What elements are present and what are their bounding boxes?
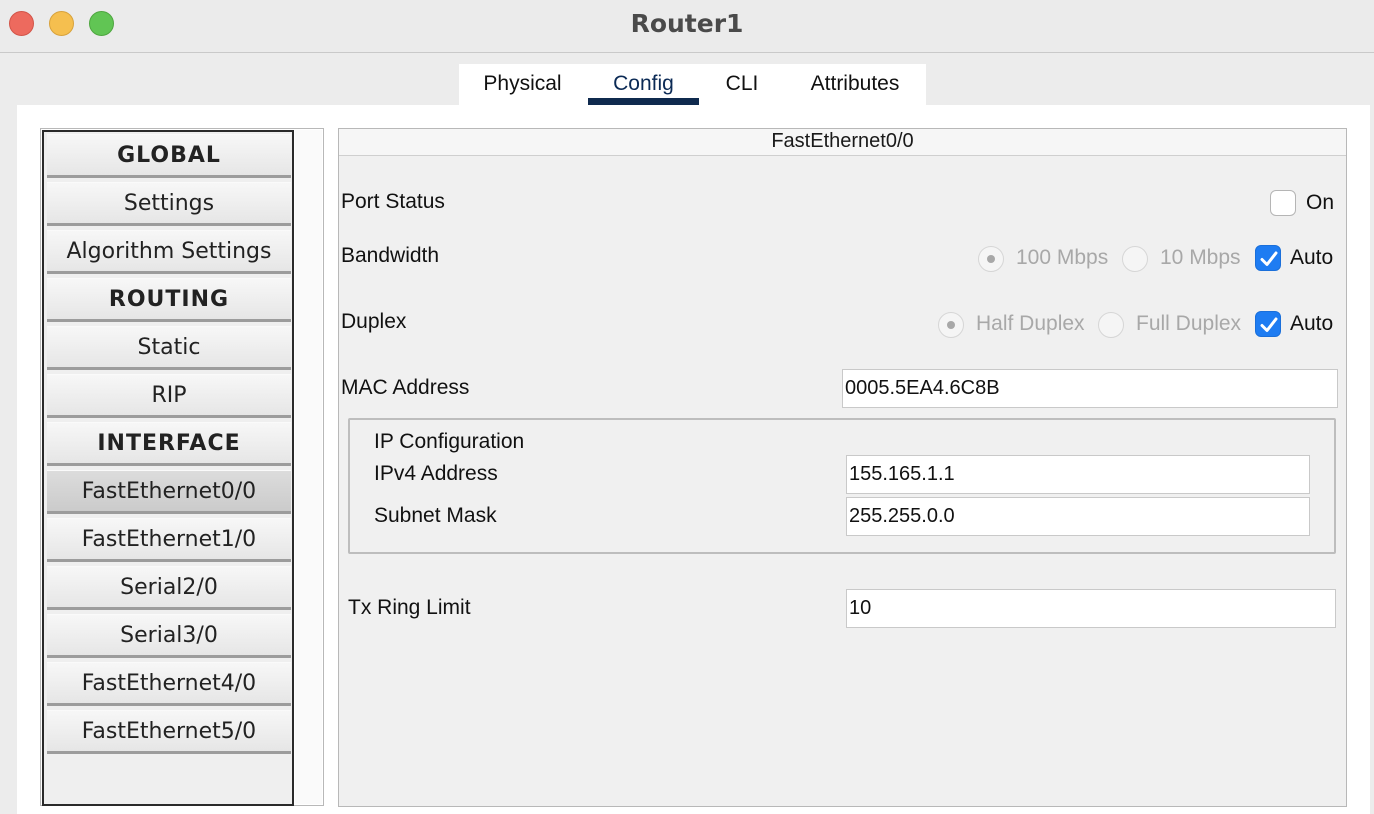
sidebar-scrollbar[interactable] [295,130,322,804]
subnet-mask-label: Subnet Mask [374,504,497,527]
bandwidth-10mbps-label: 10 Mbps [1160,246,1241,269]
sidebar: GLOBAL Settings Algorithm Settings ROUTI… [42,130,294,806]
sidebar-header-interface: INTERFACE [47,422,291,466]
sidebar-item-fastethernet1-0[interactable]: FastEthernet1/0 [47,518,291,562]
tx-ring-limit-label: Tx Ring Limit [348,596,471,619]
checkmark-icon [1260,317,1278,332]
duplex-half-label: Half Duplex [976,312,1085,335]
tab-attributes[interactable]: Attributes [802,64,908,106]
bandwidth-auto-label: Auto [1290,246,1334,269]
tab-cli[interactable]: CLI [717,64,767,106]
ip-configuration-title: IP Configuration [374,430,525,453]
sidebar-item-static[interactable]: Static [47,326,291,370]
duplex-auto-label: Auto [1290,312,1334,335]
bandwidth-label: Bandwidth [341,244,440,267]
title-bar: Router1 [0,0,1374,53]
sidebar-item-algorithm-settings[interactable]: Algorithm Settings [47,230,291,274]
panel-title: FastEthernet0/0 [339,129,1346,156]
duplex-label: Duplex [341,310,407,333]
sidebar-item-fastethernet0-0[interactable]: FastEthernet0/0 [47,470,291,514]
ipv4-address-label: IPv4 Address [374,462,498,485]
sidebar-item-fastethernet5-0[interactable]: FastEthernet5/0 [47,710,291,754]
port-status-label: Port Status [341,190,445,213]
port-status-checkbox[interactable] [1270,190,1296,216]
duplex-full-radio[interactable] [1098,312,1124,338]
sidebar-item-serial3-0[interactable]: Serial3/0 [47,614,291,658]
mac-address-field[interactable]: 0005.5EA4.6C8B [842,369,1338,408]
duplex-full-label: Full Duplex [1136,312,1242,335]
bandwidth-100mbps-label: 100 Mbps [1016,246,1109,269]
sidebar-header-global: GLOBAL [47,134,291,178]
duplex-half-radio[interactable] [938,312,964,338]
bandwidth-100mbps-radio[interactable] [978,246,1004,272]
sidebar-header-routing: ROUTING [47,278,291,322]
tab-physical[interactable]: Physical [475,64,570,106]
sidebar-item-rip[interactable]: RIP [47,374,291,418]
checkmark-icon [1260,251,1278,266]
tab-config-label: Config [613,72,674,95]
mac-address-label: MAC Address [341,376,470,399]
tx-ring-limit-field[interactable]: 10 [846,589,1336,628]
sidebar-item-fastethernet4-0[interactable]: FastEthernet4/0 [47,662,291,706]
duplex-auto-checkbox[interactable] [1255,311,1281,337]
sidebar-item-settings[interactable]: Settings [47,182,291,226]
port-status-on-label: On [1306,191,1335,214]
ipv4-address-field[interactable]: 155.165.1.1 [846,455,1310,494]
bandwidth-10mbps-radio[interactable] [1122,246,1148,272]
sidebar-item-serial2-0[interactable]: Serial2/0 [47,566,291,610]
tab-bar: Physical Config CLI Attributes [459,64,926,106]
window-title: Router1 [630,9,744,38]
bandwidth-auto-checkbox[interactable] [1255,245,1281,271]
subnet-mask-field[interactable]: 255.255.0.0 [846,497,1310,536]
tab-config[interactable]: Config [588,64,699,106]
